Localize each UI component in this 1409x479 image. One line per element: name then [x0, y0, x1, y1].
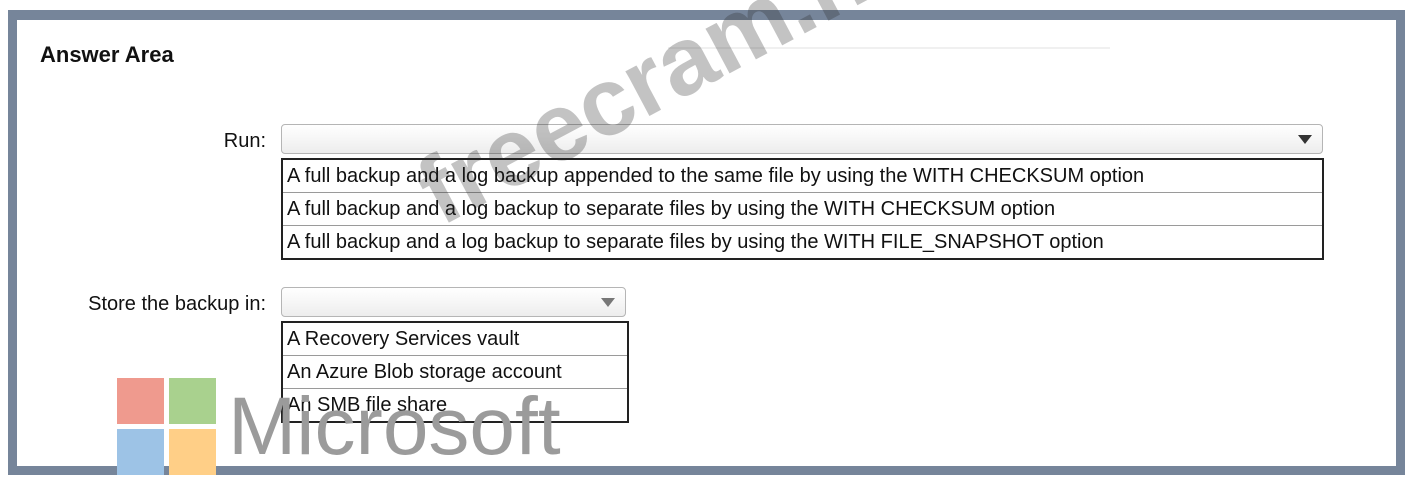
chevron-down-icon[interactable] [591, 288, 625, 316]
page-title: Answer Area [40, 42, 174, 67]
store-label: Store the backup in: [88, 293, 266, 315]
run-option[interactable]: A full backup and a log backup to separa… [283, 193, 1322, 226]
divider [668, 47, 1110, 49]
store-dropdown[interactable] [281, 287, 626, 317]
run-label: Run: [223, 130, 266, 152]
microsoft-logo [117, 378, 216, 475]
run-option[interactable]: A full backup and a log backup to separa… [283, 226, 1322, 258]
microsoft-wordmark: Microsoft [228, 381, 561, 472]
chevron-down-icon[interactable] [1288, 125, 1322, 153]
run-dropdown[interactable] [281, 124, 1323, 154]
run-options-list: A full backup and a log backup appended … [281, 158, 1324, 260]
run-option[interactable]: A full backup and a log backup appended … [283, 160, 1322, 193]
store-option[interactable]: A Recovery Services vault [283, 323, 627, 356]
